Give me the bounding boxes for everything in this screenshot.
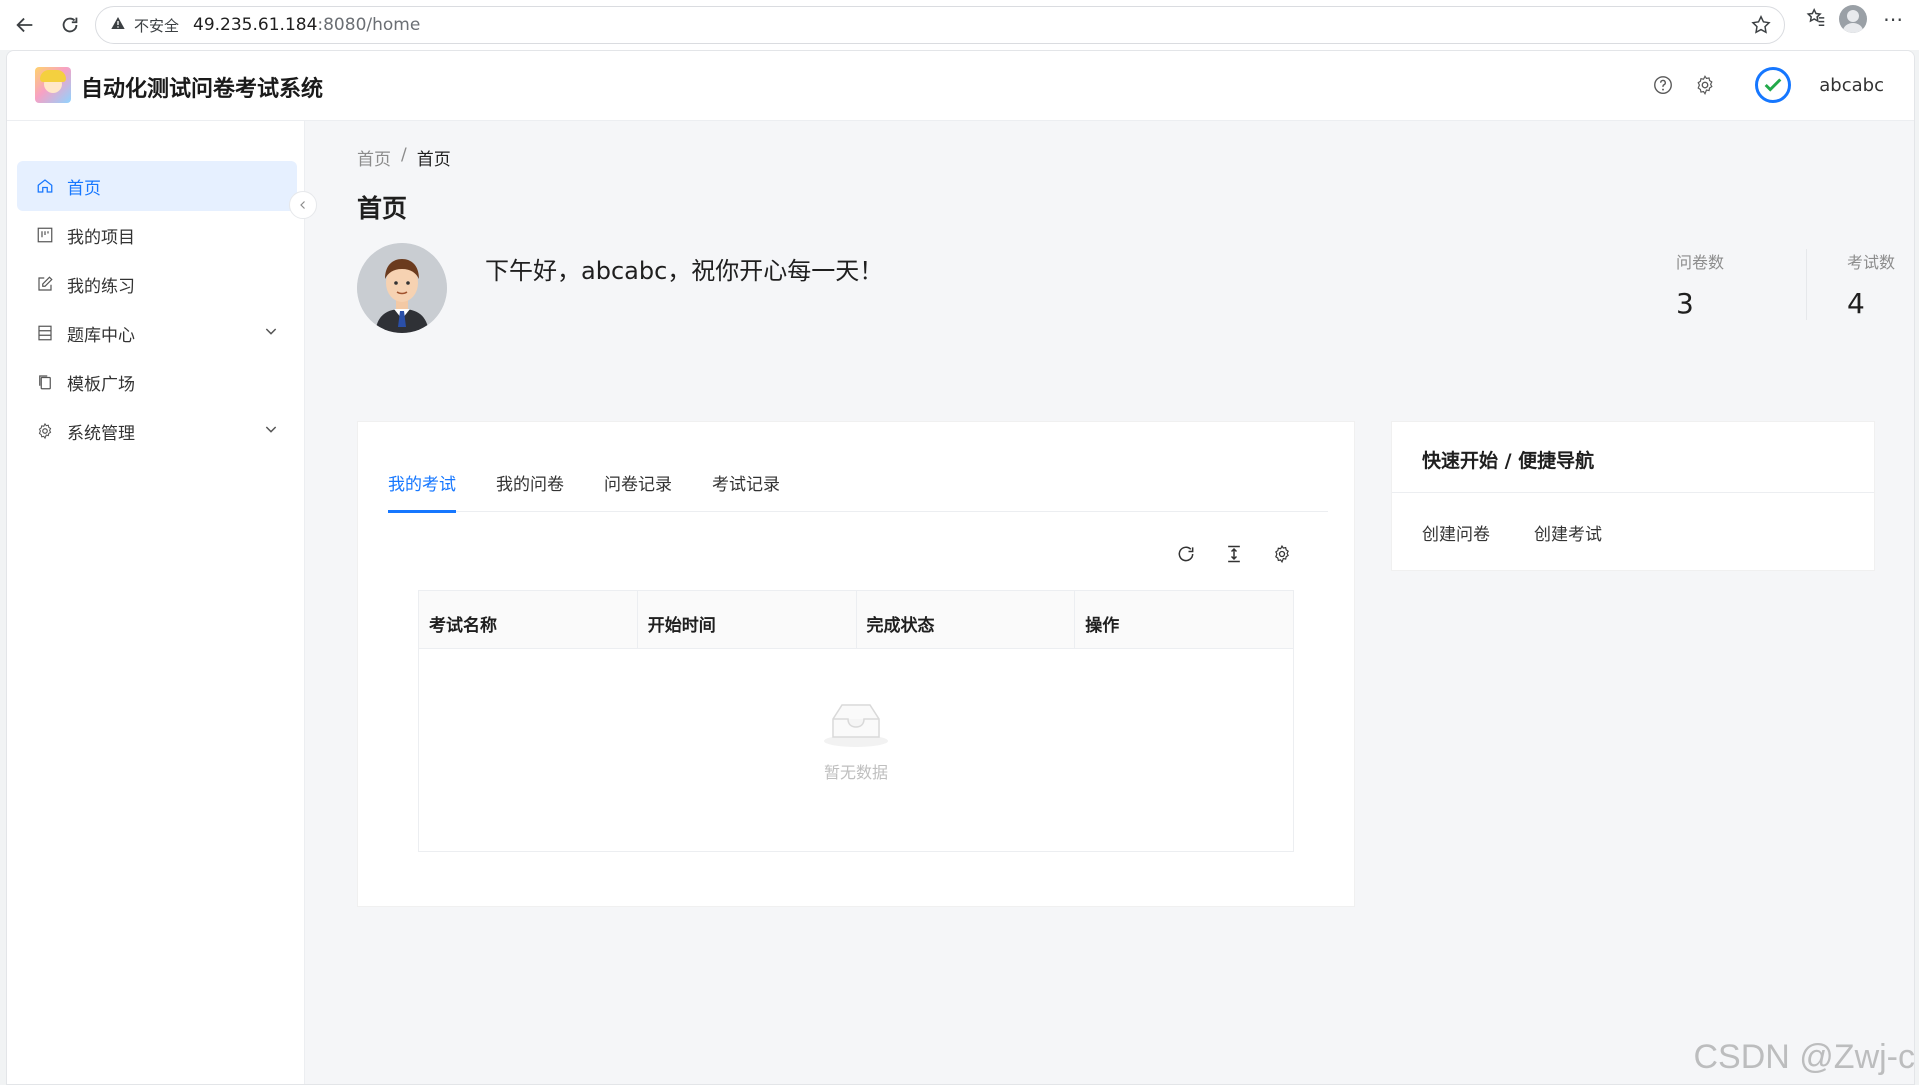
user-avatar[interactable] <box>1755 67 1792 103</box>
sidebar-item-label: 我的练习 <box>67 276 135 297</box>
browser-actions: ⋯ <box>1805 5 1919 33</box>
app-logo <box>35 67 71 103</box>
sidebar-item-label: 我的项目 <box>67 227 135 248</box>
address-bar[interactable]: 不安全 49.235.61.184 :8080/home <box>95 6 1785 44</box>
page-title: 首页 <box>357 194 408 223</box>
column-header-status: 完成状态 <box>857 591 1076 648</box>
security-label: 不安全 <box>134 16 180 35</box>
stats-panel: 问卷数 3 考试数 4 <box>1676 249 1914 320</box>
edit-icon <box>35 274 55 294</box>
browser-toolbar: 不安全 49.235.61.184 :8080/home ⋯ <box>0 0 1919 50</box>
chevron-down-icon <box>263 323 279 344</box>
tab-bar: 我的考试 我的问卷 问卷记录 考试记录 <box>388 462 1328 513</box>
favorites-icon[interactable] <box>1805 6 1827 32</box>
username[interactable]: abcabc <box>1819 75 1884 96</box>
sidebar-item-projects[interactable]: 我的项目 <box>17 210 297 260</box>
more-icon[interactable]: ⋯ <box>1879 7 1907 31</box>
back-icon[interactable] <box>5 5 45 45</box>
sidebar-collapse-button[interactable] <box>289 191 317 219</box>
empty-text: 暂无数据 <box>823 763 888 782</box>
records-card: 我的考试 我的问卷 问卷记录 考试记录 考试名称 开始时间 完成状态 操作 暂无… <box>357 421 1355 907</box>
watermark: CSDN @Zwj-c <box>1693 1038 1916 1076</box>
tab-my-questionnaires[interactable]: 我的问卷 <box>496 462 564 512</box>
greeting-text: 下午好，abcabc，祝你开心每一天！ <box>485 257 884 285</box>
tab-my-exams[interactable]: 我的考试 <box>388 462 456 513</box>
sidebar-item-system[interactable]: 系统管理 <box>17 406 297 456</box>
url-host: 49.235.61.184 <box>193 15 318 35</box>
sidebar-item-label: 题库中心 <box>67 325 135 346</box>
stat-value: 3 <box>1676 287 1694 320</box>
column-header-start-time: 开始时间 <box>638 591 857 648</box>
home-icon <box>35 176 55 196</box>
table-toolbar <box>1174 542 1294 566</box>
sidebar-item-home[interactable]: 首页 <box>17 161 297 211</box>
app-header: 自动化测试问卷考试系统 abcabc <box>7 51 1914 121</box>
profile-icon[interactable] <box>1839 5 1867 33</box>
warning-icon <box>110 15 126 36</box>
breadcrumb-separator: / <box>401 145 407 165</box>
breadcrumb-home-link[interactable]: 首页 <box>357 145 391 170</box>
stat-label: 问卷数 <box>1676 253 1725 272</box>
quick-links: 创建问卷 创建考试 <box>1422 520 1602 545</box>
stat-questionnaires: 问卷数 3 <box>1676 249 1806 320</box>
sidebar-item-practice[interactable]: 我的练习 <box>17 259 297 309</box>
divider <box>1392 492 1874 493</box>
copy-icon <box>35 372 55 392</box>
settings-icon[interactable] <box>1693 73 1717 97</box>
gear-icon <box>35 421 55 441</box>
table-header-row: 考试名称 开始时间 完成状态 操作 <box>419 591 1293 649</box>
sidebar-item-label: 模板广场 <box>67 374 135 395</box>
quick-start-title: 快速开始 / 便捷导航 <box>1422 450 1595 472</box>
sidebar: 首页 我的项目 我的练习 题库中心 模板广场 系统管理 <box>7 121 305 1084</box>
sidebar-item-label: 系统管理 <box>67 423 135 444</box>
stat-value: 4 <box>1847 287 1865 320</box>
database-icon <box>35 323 55 343</box>
settings-icon[interactable] <box>1270 542 1294 566</box>
breadcrumb: 首页 / 首页 <box>357 145 451 170</box>
chevron-left-icon <box>300 201 305 209</box>
quick-start-card: 快速开始 / 便捷导航 创建问卷 创建考试 <box>1391 421 1875 571</box>
stat-label: 考试数 <box>1847 253 1896 272</box>
empty-inbox-icon <box>819 697 893 753</box>
refresh-icon[interactable] <box>1174 542 1198 566</box>
sidebar-item-question-bank[interactable]: 题库中心 <box>17 308 297 358</box>
exams-table: 考试名称 开始时间 完成状态 操作 暂无数据 <box>418 590 1294 852</box>
sidebar-item-templates[interactable]: 模板广场 <box>17 357 297 407</box>
column-header-actions: 操作 <box>1085 616 1120 636</box>
sidebar-item-label: 首页 <box>67 178 101 199</box>
create-exam-link[interactable]: 创建考试 <box>1534 520 1602 545</box>
tab-exam-records[interactable]: 考试记录 <box>712 462 780 512</box>
chevron-down-icon <box>263 421 279 442</box>
main-content: 首页 / 首页 首页 下午好，abcabc，祝你开心每一天！ 问卷数 3 考试数… <box>305 121 1914 1084</box>
project-icon <box>35 225 55 245</box>
column-height-icon[interactable] <box>1222 542 1246 566</box>
app-title: 自动化测试问卷考试系统 <box>81 77 324 102</box>
help-icon[interactable] <box>1651 73 1675 97</box>
breadcrumb-current: 首页 <box>416 150 451 170</box>
header-actions: abcabc <box>1651 67 1884 103</box>
tab-questionnaire-records[interactable]: 问卷记录 <box>604 462 672 512</box>
user-avatar-large <box>357 243 447 333</box>
url-path: :8080/home <box>317 15 421 35</box>
column-header-exam-name: 考试名称 <box>419 591 638 648</box>
reload-icon[interactable] <box>50 5 90 45</box>
app-window: 自动化测试问卷考试系统 abcabc 首页 我的项目 我的练习 题库中心 模板广… <box>6 50 1915 1085</box>
create-questionnaire-link[interactable]: 创建问卷 <box>1422 520 1490 545</box>
stat-exams: 考试数 4 <box>1806 249 1914 320</box>
bookmark-star-icon[interactable] <box>1750 14 1772 41</box>
empty-state: 暂无数据 <box>419 649 1293 853</box>
